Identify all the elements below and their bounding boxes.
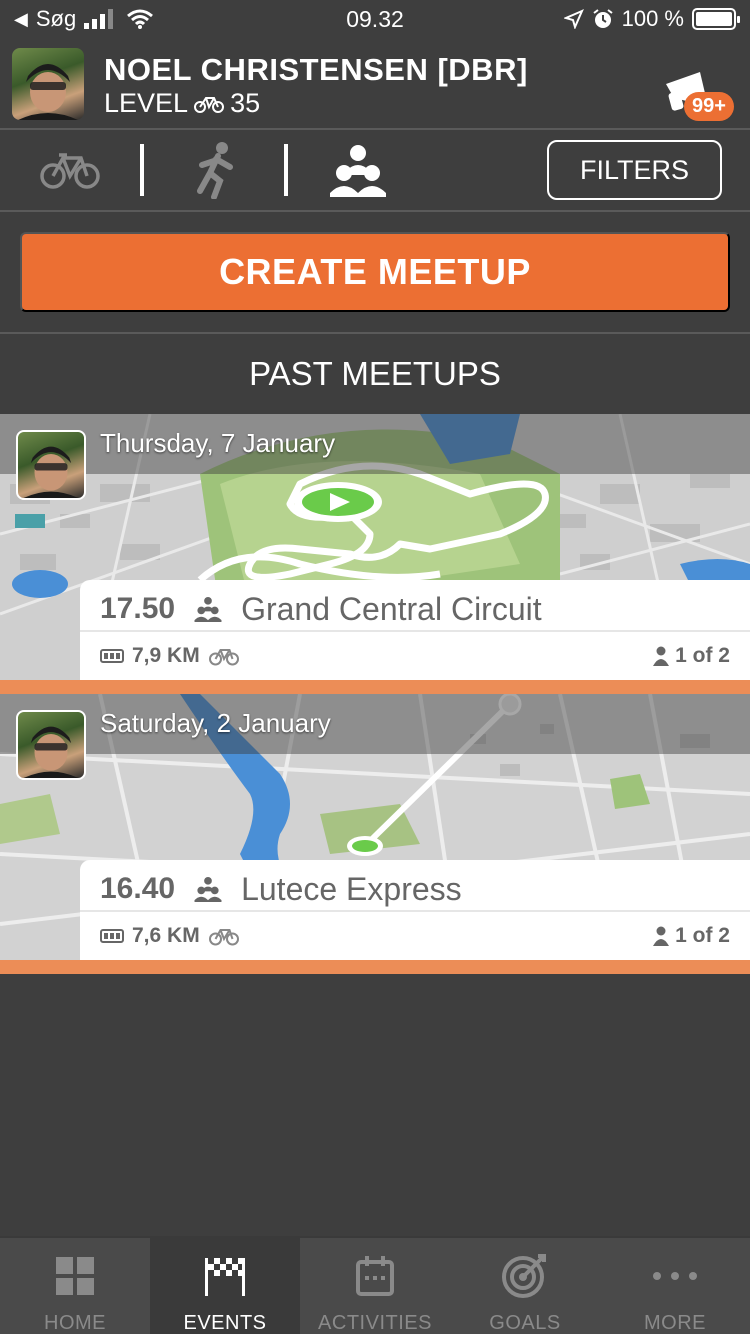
participants-value: 1 of 2 [675,924,730,947]
person-icon [653,926,670,946]
bike-icon [208,929,239,946]
group-icon [194,876,222,902]
location-arrow-icon [563,9,584,29]
tab-separator [284,144,288,196]
nav-label: EVENTS [183,1312,267,1334]
runner-icon [197,142,233,199]
meetup-distance: 7,6 KM [132,924,200,947]
meetup-time: 17.50 [100,592,176,625]
meetup-date: Thursday, 7 January [100,428,336,458]
bike-icon [208,649,239,666]
meetup-details: 7,9 KM [100,640,240,672]
meetup-time: 16.40 [100,872,176,905]
grid-icon [56,1257,94,1295]
participant-count: 1 of 2 [653,640,730,672]
meetup-route: Grand Central Circuit [241,590,542,627]
tab-running[interactable] [188,140,242,200]
meetup-details: 7,6 KM [100,920,240,952]
meetup-title-row: 16.40 Lutece Express [100,868,462,910]
group-icon [194,596,222,622]
create-meetup-button[interactable]: CREATE MEETUP [20,232,730,312]
ellipsis-icon [653,1272,697,1280]
divider [80,910,750,912]
nav-events[interactable]: EVENTS [150,1238,300,1334]
bottom-nav: HOME EVENTS ACTIVITIES GOALS MORE [0,1236,750,1334]
target-icon [502,1254,546,1298]
divider [80,630,750,632]
meetup-info: 17.50 Grand Central Circuit 7,9 KM 1 of … [80,580,750,680]
meetup-distance: 7,9 KM [132,644,200,667]
group-icon [330,145,386,197]
nav-label: HOME [44,1312,106,1334]
meetup-date: Saturday, 2 January [100,708,331,738]
checkered-flag-icon [205,1258,245,1296]
sport-tabs: FILTERS [0,130,750,210]
meetup-title-row: 17.50 Grand Central Circuit [100,588,542,630]
filters-button[interactable]: FILTERS [547,140,722,200]
avatar[interactable] [16,710,86,780]
divider [0,210,750,212]
nav-activities[interactable]: ACTIVITIES [300,1238,450,1334]
avatar[interactable] [16,430,86,500]
nav-home[interactable]: HOME [0,1238,150,1334]
profile-name: NOEL CHRISTENSEN [DBR] [104,52,528,87]
avatar[interactable] [12,48,84,120]
nav-more[interactable]: MORE [600,1238,750,1334]
card-accent-strip [0,960,750,974]
alarm-icon [593,9,613,28]
distance-icon [100,649,124,663]
battery-icon [692,8,740,30]
level-label: LEVEL [104,88,189,118]
distance-icon [100,929,124,943]
nav-goals[interactable]: GOALS [450,1238,600,1334]
meetup-card[interactable]: Thursday, 7 January 17.50 Grand Central … [0,414,750,694]
nav-label: GOALS [489,1312,561,1334]
divider [0,332,750,334]
nav-label: MORE [644,1312,706,1334]
bike-icon [40,153,100,189]
participants-value: 1 of 2 [675,644,730,667]
participant-count: 1 of 2 [653,920,730,952]
calendar-icon [356,1256,394,1296]
profile-level: LEVEL 35 [104,88,260,119]
section-title: PAST MEETUPS [249,355,501,392]
tab-cycling[interactable] [38,140,102,200]
meetup-info: 16.40 Lutece Express 7,6 KM 1 of 2 [80,860,750,960]
notification-badge[interactable]: 99+ [684,92,734,121]
card-accent-strip [0,680,750,694]
tab-separator [140,144,144,196]
level-value: 35 [230,88,261,118]
nav-label: ACTIVITIES [318,1312,432,1334]
battery-percent: 100 % [621,6,684,31]
status-right: 100 % [563,6,740,32]
bike-icon [194,96,225,113]
profile-header: NOEL CHRISTENSEN [DBR] LEVEL 35 99+ [0,40,750,128]
person-icon [653,646,670,666]
meetup-route: Lutece Express [241,870,462,907]
tab-meetups[interactable] [328,140,388,200]
meetup-card[interactable]: Saturday, 2 January 16.40 Lutece Express [0,694,750,974]
status-bar: ◀ Søg 09.32 100 % [0,0,750,40]
